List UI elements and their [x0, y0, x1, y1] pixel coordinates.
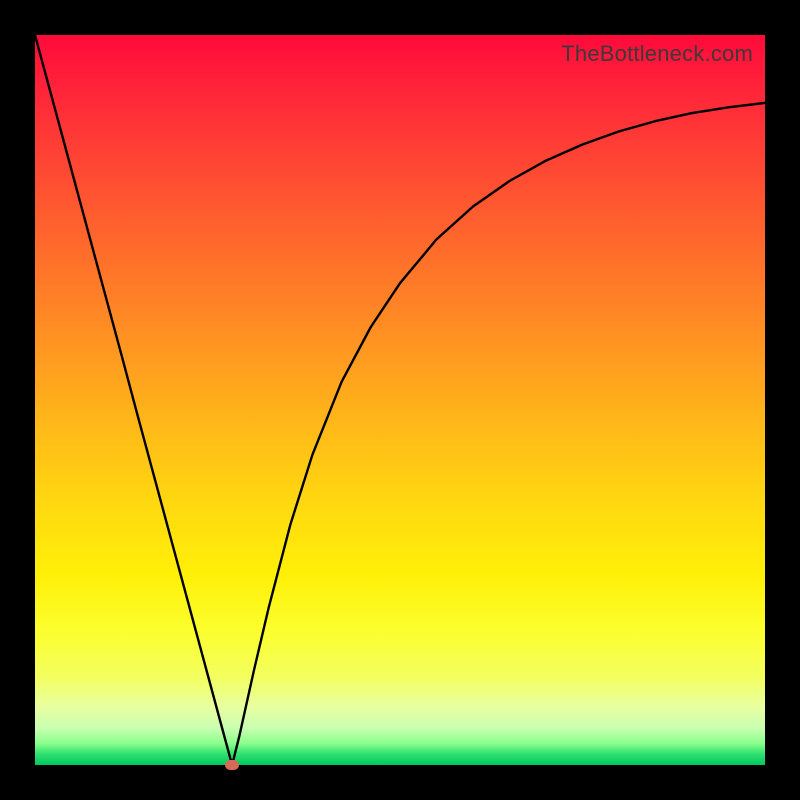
- bottleneck-curve: [35, 35, 765, 765]
- watermark-text: TheBottleneck.com: [561, 41, 753, 67]
- minimum-marker: [225, 760, 239, 770]
- chart-frame: TheBottleneck.com: [0, 0, 800, 800]
- plot-area: TheBottleneck.com: [35, 35, 765, 765]
